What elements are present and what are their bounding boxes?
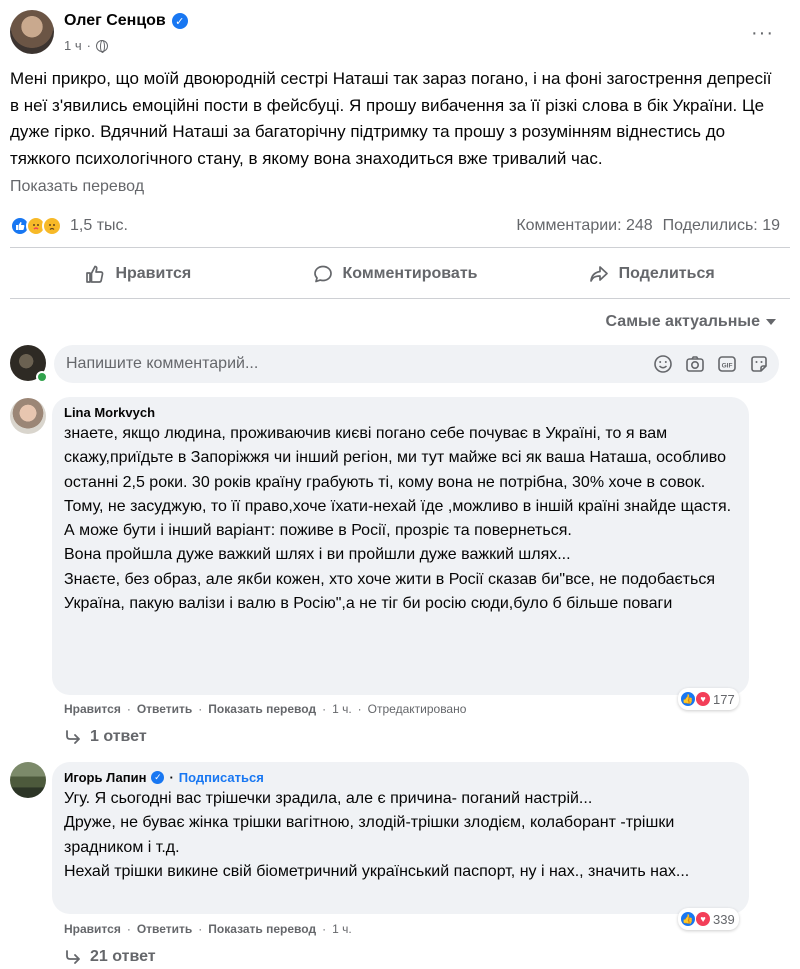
reactions-count[interactable]: 1,5 тыс. <box>70 217 128 235</box>
comment-reactions[interactable]: 👍 ♥ 339 <box>678 908 739 930</box>
post-time[interactable]: 1 ч <box>64 38 82 53</box>
comment-translate-link[interactable]: Показать перевод <box>208 702 316 716</box>
post-actions: Нравится Комментировать Поделиться <box>10 254 780 294</box>
post-meta: 1 ч · <box>64 38 108 53</box>
comment-text: знаете, якщо людина, проживаючив києві п… <box>64 422 737 616</box>
comment-author-name[interactable]: Lina Morkvych <box>64 405 155 420</box>
comment-sort-dropdown[interactable]: Самые актуальные <box>606 313 776 331</box>
author-row: Олег Сенцов ✓ <box>64 12 188 30</box>
author-name[interactable]: Олег Сенцов <box>64 12 166 30</box>
verified-badge-icon: ✓ <box>171 13 188 29</box>
separator-dot: · <box>126 922 131 936</box>
comment-composer: GIF <box>10 343 780 387</box>
comment-paragraph: Тому, не засуджую, то її право,хоче їхат… <box>64 497 732 540</box>
commenter-avatar[interactable] <box>10 762 46 798</box>
comment-reactions-count: 339 <box>713 911 735 927</box>
like-reaction-icon: 👍 <box>680 911 696 927</box>
share-label: Поделиться <box>618 265 715 282</box>
share-icon <box>589 266 608 282</box>
comment-translate-link[interactable]: Показать перевод <box>208 922 316 936</box>
separator-dot: · <box>322 922 327 936</box>
comment-bubble: Lina Morkvych знаете, якщо людина, прожи… <box>52 397 749 695</box>
shares-count[interactable]: Поделились: 19 <box>663 217 780 235</box>
camera-icon[interactable] <box>685 354 705 374</box>
love-reaction-icon: ♥ <box>695 911 711 927</box>
comment-author: Lina Morkvych <box>64 405 737 420</box>
comment-edited-label: Отредактировано <box>367 702 467 716</box>
like-button[interactable]: Нравится <box>10 254 267 294</box>
thumbs-up-icon <box>86 265 104 283</box>
author-avatar[interactable] <box>10 10 54 54</box>
post-text: Мені прикро, що моїй двоюродній сестрі Н… <box>10 69 772 168</box>
see-translation-link[interactable]: Показать перевод <box>10 178 144 196</box>
reply-arrow-icon <box>66 950 80 964</box>
separator-dot: · <box>169 770 174 785</box>
comment-author: Игорь Лапин ✓ · Подписаться <box>64 770 737 785</box>
comment-reply-link[interactable]: Ответить <box>137 922 192 936</box>
comment-actions: Нравится · Ответить · Показать перевод ·… <box>64 922 352 936</box>
divider <box>10 247 790 248</box>
more-options-button[interactable]: ··· <box>751 22 774 45</box>
comment-actions: Нравится · Ответить · Показать перевод ·… <box>64 702 466 716</box>
comment-reply-link[interactable]: Ответить <box>137 702 192 716</box>
separator-dot: · <box>357 702 362 716</box>
online-status-icon <box>36 371 48 383</box>
separator-dot: · <box>198 702 203 716</box>
comment-bubble: Игорь Лапин ✓ · Подписаться Угу. Я сього… <box>52 762 749 914</box>
composer-tools: GIF <box>653 354 769 374</box>
follow-button[interactable]: Подписаться <box>179 770 264 785</box>
gif-icon[interactable]: GIF <box>717 354 737 374</box>
comment-author-name[interactable]: Игорь Лапин <box>64 770 146 785</box>
comment-like-link[interactable]: Нравится <box>64 922 121 936</box>
comment-text: Угу. Я сьогодні вас трішечки зрадила, ал… <box>64 787 737 884</box>
sort-label: Самые актуальные <box>605 313 760 330</box>
like-label: Нравится <box>115 265 192 282</box>
comment-reactions-count: 177 <box>713 691 735 707</box>
svg-text:GIF: GIF <box>722 362 733 369</box>
comment-paragraph: Нехай трішки викине свій біометричний ук… <box>64 862 690 880</box>
divider <box>10 298 790 299</box>
emoji-icon[interactable] <box>653 354 673 374</box>
view-replies-link[interactable]: 21 ответ <box>64 948 156 966</box>
share-button[interactable]: Поделиться <box>523 254 780 294</box>
caret-down-icon <box>766 319 776 325</box>
comment-time[interactable]: 1 ч. <box>332 922 352 936</box>
comment-like-link[interactable]: Нравится <box>64 702 121 716</box>
comment-reactions[interactable]: 👍 ♥ 177 <box>678 688 739 710</box>
reply-arrow-icon <box>66 730 80 744</box>
comment-paragraph: Знаєте, без образ, але якби кожен, хто х… <box>64 570 716 613</box>
sticker-icon[interactable] <box>749 354 769 374</box>
comment-icon <box>313 265 332 283</box>
globe-icon <box>95 39 108 53</box>
post-header: Олег Сенцов ✓ 1 ч · ··· <box>10 8 790 64</box>
comment-label: Комментировать <box>342 265 478 282</box>
separator-dot: · <box>86 38 91 53</box>
comments-count[interactable]: Комментарии: 248 <box>516 217 652 235</box>
comment-button[interactable]: Комментировать <box>267 254 524 294</box>
sad-reaction-icon <box>42 216 62 236</box>
replies-count: 1 ответ <box>90 728 147 745</box>
separator-dot: · <box>322 702 327 716</box>
comment-paragraph: Друже, не буває жінка трішки вагітною, з… <box>64 814 675 856</box>
comment-input-wrapper: GIF <box>54 345 779 383</box>
separator-dot: · <box>126 702 131 716</box>
post-stats: Комментарии: 248 Поделились: 19 <box>516 217 780 235</box>
comment-input[interactable] <box>66 355 626 373</box>
comment-paragraph: знаете, якщо людина, проживаючив києві п… <box>64 425 727 491</box>
comment-paragraph: Угу. Я сьогодні вас трішечки зрадила, ал… <box>64 790 593 807</box>
reaction-icons[interactable] <box>10 216 62 236</box>
separator-dot: · <box>198 922 203 936</box>
verified-badge-icon: ✓ <box>151 771 165 784</box>
like-reaction-icon: 👍 <box>680 691 696 707</box>
comment-paragraph: Вона пройшла дуже важкий шлях і ви пройш… <box>64 546 571 564</box>
comment-time[interactable]: 1 ч. <box>332 702 352 716</box>
replies-count: 21 ответ <box>90 948 156 965</box>
reactions-summary: 1,5 тыс. Комментарии: 248 Поделились: 19 <box>10 210 780 242</box>
love-reaction-icon: ♥ <box>695 691 711 707</box>
commenter-avatar[interactable] <box>10 398 46 434</box>
view-replies-link[interactable]: 1 ответ <box>64 728 147 746</box>
